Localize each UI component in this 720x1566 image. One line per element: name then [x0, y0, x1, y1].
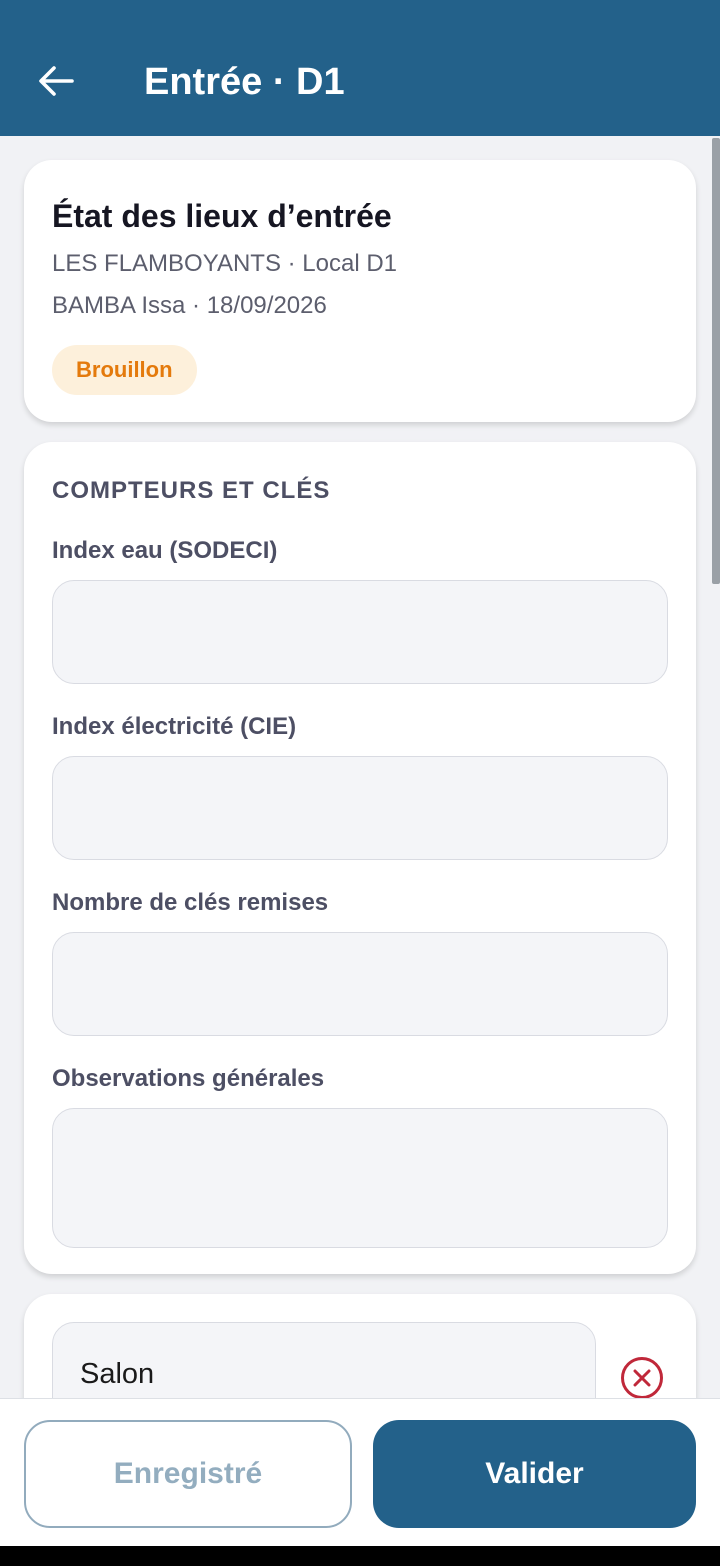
validate-button[interactable]: Valider [373, 1420, 696, 1528]
keys-count-input[interactable] [52, 932, 668, 1036]
keys-count-label: Nombre de clés remises [52, 889, 329, 916]
close-circle-icon [621, 1357, 663, 1399]
inspection-title: État des lieux d’entrée [52, 198, 392, 234]
page-title: Entrée · D1 [144, 61, 345, 103]
scrollbar[interactable] [712, 138, 720, 584]
bottom-action-bar: Enregistré Valider [0, 1398, 720, 1547]
water-index-label: Index eau (SODECI) [52, 537, 278, 564]
saved-button[interactable]: Enregistré [24, 1420, 352, 1528]
electricity-index-input[interactable] [52, 756, 668, 860]
back-button[interactable] [30, 58, 82, 104]
water-index-input[interactable] [52, 580, 668, 684]
app-bar: Entrée · D1 [0, 0, 720, 136]
tenant-line: BAMBA Issa · 18/09/2026 [52, 292, 327, 319]
observations-textarea[interactable] [52, 1108, 668, 1248]
section-title: COMPTEURS ET CLÉS [52, 477, 331, 504]
status-badge: Brouillon [52, 345, 197, 395]
inspection-summary-card: État des lieux d’entrée LES FLAMBOYANTS … [24, 160, 696, 422]
electricity-index-label: Index électricité (CIE) [52, 713, 297, 740]
property-line: LES FLAMBOYANTS · Local D1 [52, 250, 397, 277]
arrow-left-icon [39, 66, 74, 96]
system-navigation-bar [0, 1546, 720, 1566]
remove-room-button[interactable] [620, 1356, 664, 1400]
observations-label: Observations générales [52, 1065, 325, 1092]
meters-keys-card: COMPTEURS ET CLÉS Index eau (SODECI) Ind… [24, 442, 696, 1274]
